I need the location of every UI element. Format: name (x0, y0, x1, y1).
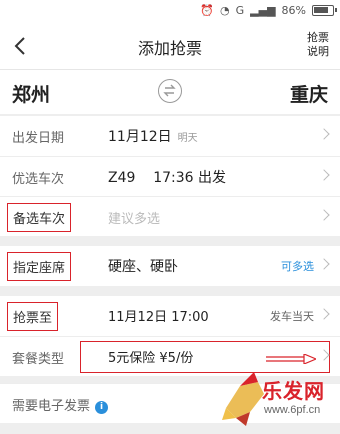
nav-bar: 添加抢票 抢票 说明 (0, 22, 340, 70)
battery-icon (312, 5, 337, 16)
grab-until-row[interactable]: 抢票至 11月12日 17:00 发车当天 (0, 296, 340, 336)
chevron-right-icon (318, 169, 330, 181)
watermark-text: 乐发网 (262, 379, 325, 403)
backup-train-placeholder: 建议多选 (108, 212, 161, 227)
alarm-icon: ⏰ (200, 4, 215, 17)
chevron-right-icon (318, 209, 330, 221)
package-label: 套餐类型 (12, 352, 65, 367)
date-value: 11月12日 明天 (108, 126, 198, 146)
help-label-line2: 说明 (307, 45, 329, 58)
watermark-url: www.6pf.cn (264, 404, 321, 416)
options-group: 抢票至 11月12日 17:00 发车当天 套餐类型 5元保险 ¥5/份 (0, 296, 340, 376)
backup-train-row[interactable]: 备选车次 建议多选 (0, 196, 340, 236)
seat-value: 硬座、硬卧 (108, 259, 178, 275)
invoice-label-text: 需要电子发票 (12, 399, 91, 414)
package-value: 5元保险 ¥5/份 (108, 351, 194, 366)
preferred-train-row[interactable]: 优选车次 Z49 17:36 出发 (0, 156, 340, 196)
help-label-line1: 抢票 (307, 31, 329, 44)
wifi-icon: ◔ (220, 4, 230, 17)
date-sub: 明天 (177, 133, 198, 144)
status-icons: ⏰ ◔ G ▂▄▆ 86% (200, 4, 306, 17)
from-station[interactable]: 郑州 (12, 80, 50, 107)
seat-row[interactable]: 指定座席 硬座、硬卧 可多选 (0, 246, 340, 286)
grab-until-right: 发车当天 (270, 310, 314, 323)
grab-until-value: 11月12日 17:00 (108, 310, 209, 325)
seat-label: 指定座席 (7, 252, 72, 281)
page-title: 添加抢票 (137, 39, 202, 58)
preferred-train-label: 优选车次 (12, 172, 65, 187)
battery-percent: 86% (281, 4, 306, 17)
train-group: 出发日期 11月12日 明天 优选车次 Z49 17:36 出发 备选车次 建议多… (0, 116, 340, 236)
swap-stations-button[interactable] (158, 79, 182, 103)
date-label: 出发日期 (12, 131, 65, 146)
seat-group: 指定座席 硬座、硬卧 可多选 (0, 246, 340, 286)
date-row[interactable]: 出发日期 11月12日 明天 (0, 116, 340, 156)
to-station[interactable]: 重庆 (290, 80, 328, 107)
signal-icon: ▂▄▆ (250, 4, 276, 17)
help-button[interactable]: 抢票 说明 (306, 31, 330, 59)
arrow-right-icon (266, 354, 316, 364)
info-icon[interactable]: i (95, 401, 109, 414)
swap-icon (163, 84, 176, 97)
preferred-train-value: Z49 17:36 出发 (108, 170, 227, 186)
route-selector: 郑州 重庆 (0, 70, 340, 114)
backup-train-label: 备选车次 (7, 203, 72, 232)
grab-until-label: 抢票至 (7, 302, 59, 331)
chevron-right-icon (318, 258, 330, 270)
multi-select-hint: 可多选 (281, 260, 314, 273)
chevron-right-icon (318, 128, 330, 140)
signal-label: G (235, 4, 245, 17)
status-bar: ⏰ ◔ G ▂▄▆ 86% (0, 0, 340, 22)
date-text: 11月12日 (108, 129, 172, 145)
chevron-right-icon (318, 308, 330, 320)
invoice-label: 需要电子发票 i (12, 395, 109, 414)
